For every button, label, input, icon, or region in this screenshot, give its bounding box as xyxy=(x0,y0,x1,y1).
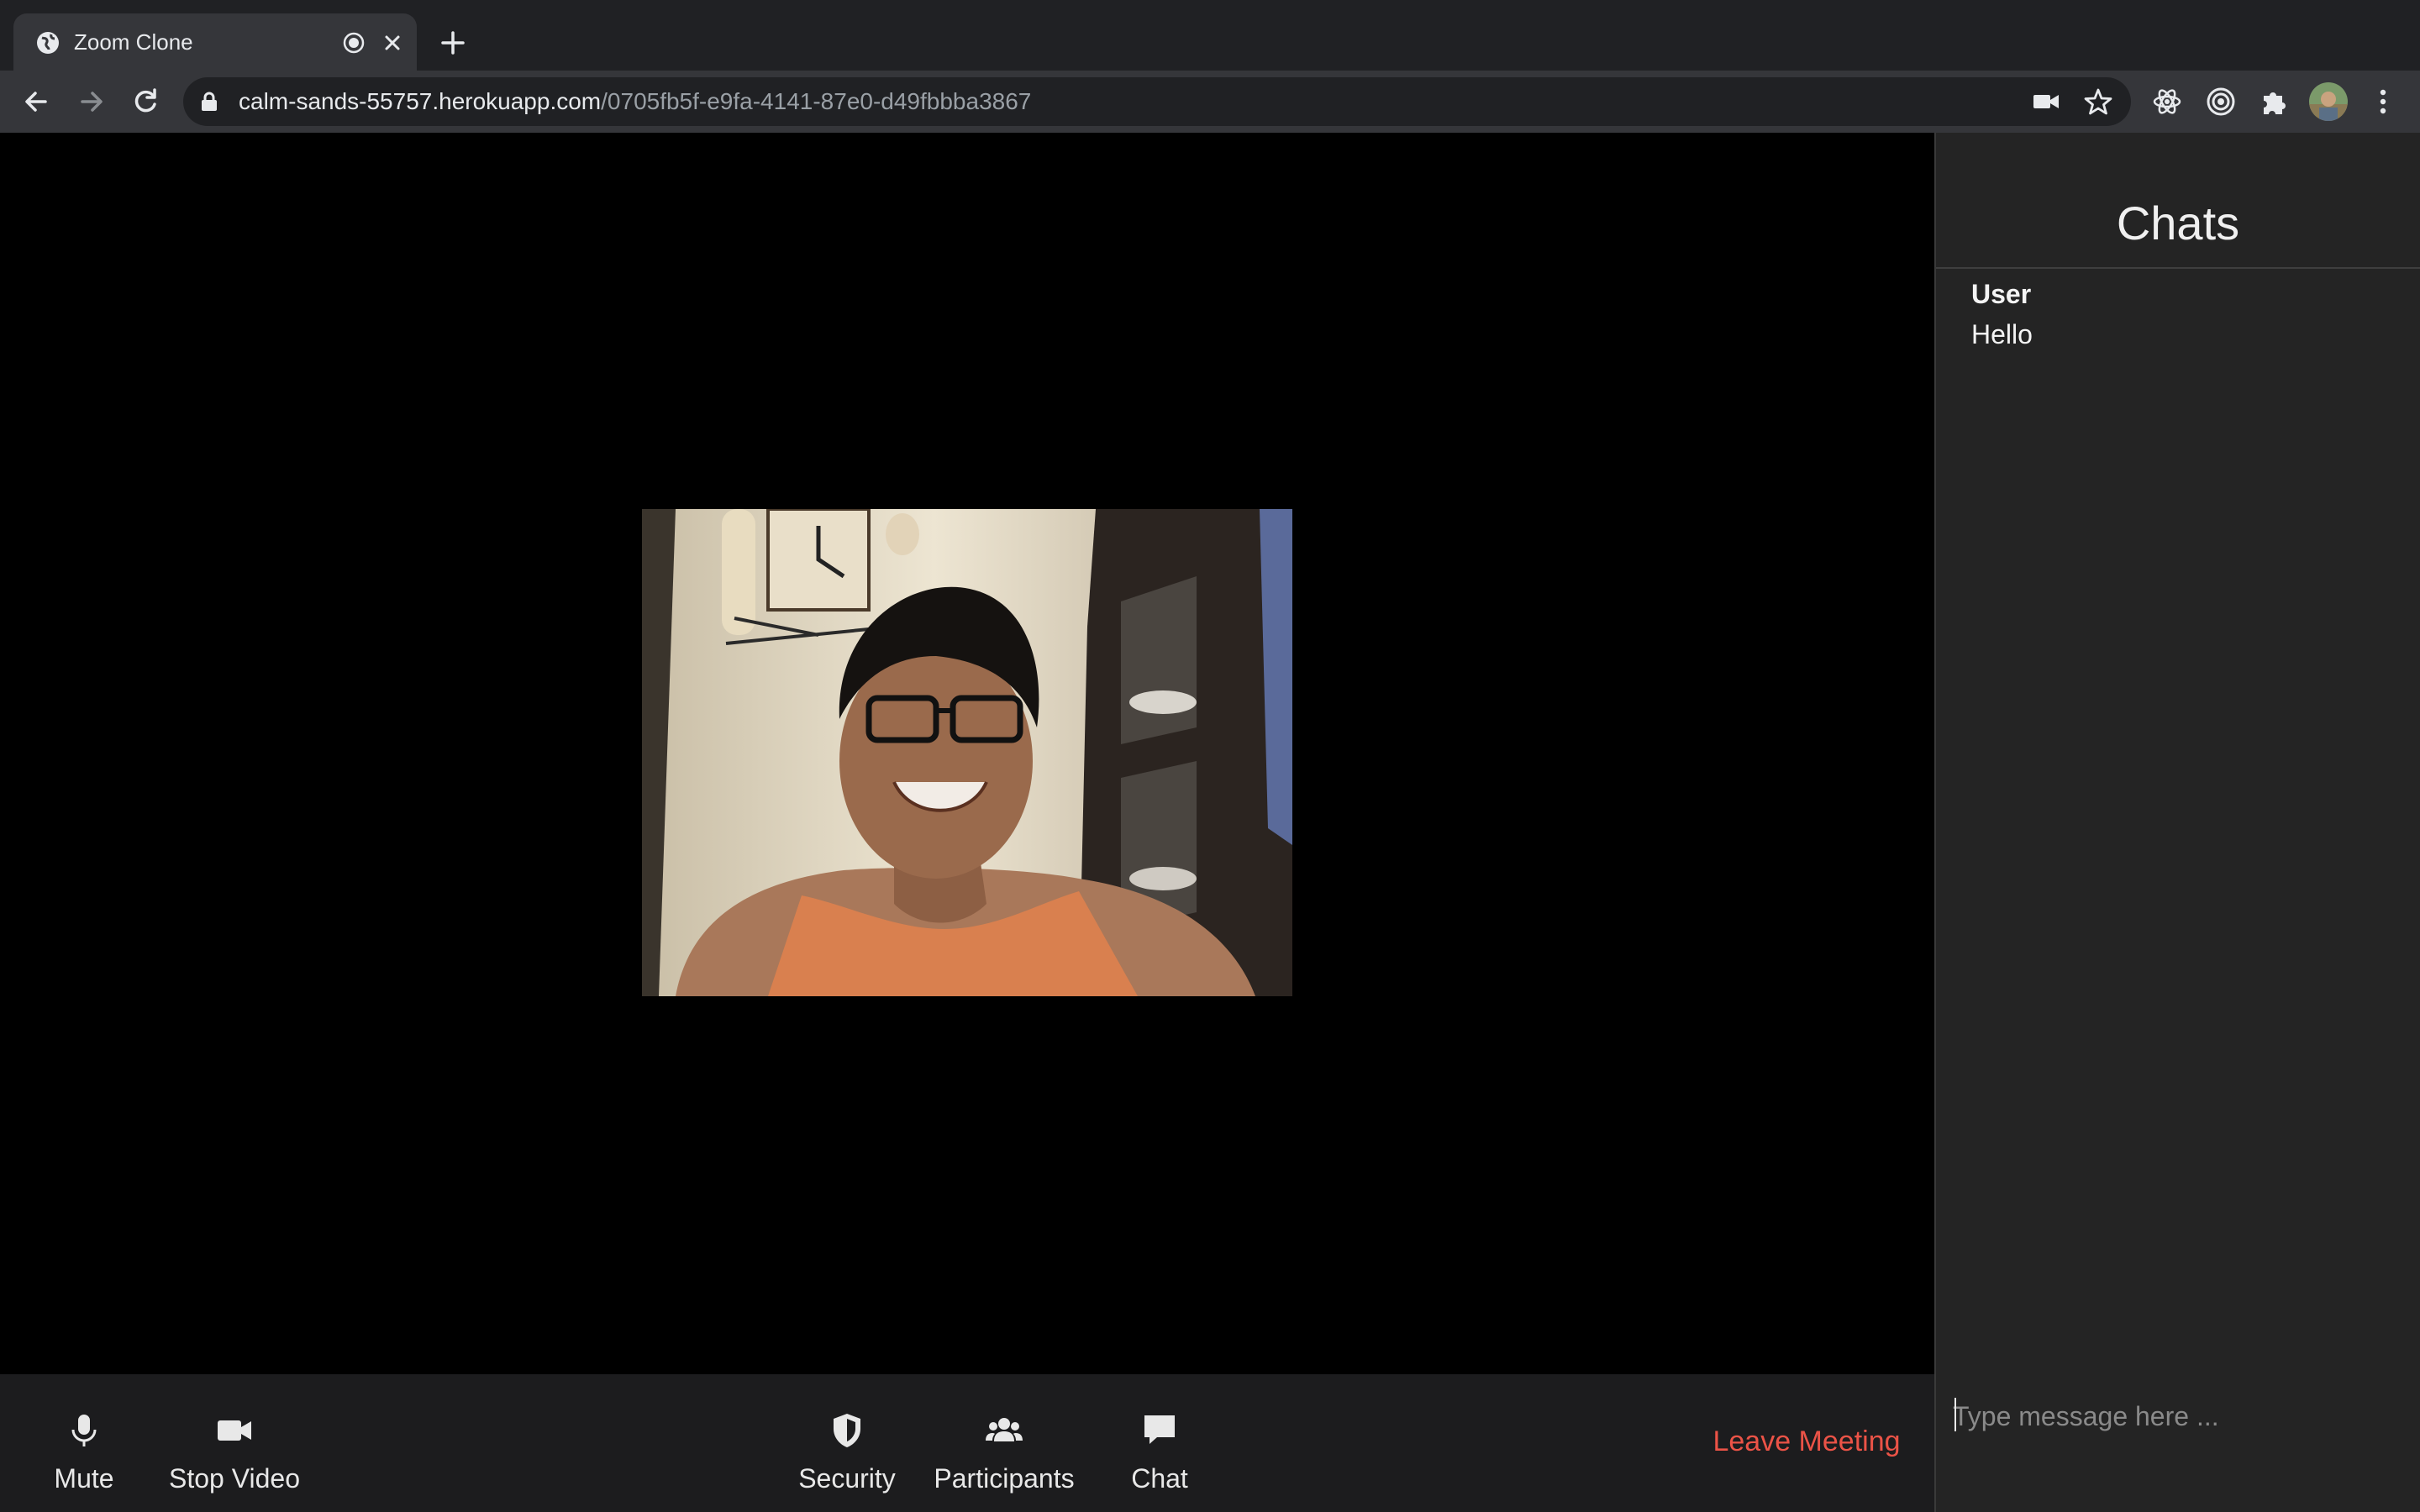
chat-message-input[interactable] xyxy=(1953,1383,2407,1450)
text-cursor xyxy=(1954,1398,1956,1431)
url-host: calm-sands-55757.herokuapp.com xyxy=(239,88,602,114)
meeting-page: Mute Stop Video Security Participants Ch… xyxy=(0,133,2420,1512)
leave-meeting-button[interactable]: Leave Meeting xyxy=(1697,1408,1916,1475)
chat-message-text: Hello xyxy=(1971,319,2033,349)
chat-header: Chats xyxy=(1936,133,2420,269)
reload-icon[interactable] xyxy=(129,86,161,118)
new-tab-icon[interactable] xyxy=(439,29,467,57)
close-tab-icon[interactable] xyxy=(381,32,403,54)
microphone-icon xyxy=(71,1415,97,1446)
lock-icon xyxy=(202,92,217,111)
browser-tab[interactable]: Zoom Clone xyxy=(13,13,417,71)
participant-video xyxy=(642,509,1292,996)
security-button[interactable]: Security xyxy=(788,1374,906,1512)
meeting-main: Mute Stop Video Security Participants Ch… xyxy=(0,133,1934,1512)
users-icon xyxy=(986,1418,1023,1441)
chat-panel: Chats User Hello xyxy=(1934,133,2420,1512)
forward-arrow-icon[interactable] xyxy=(76,86,108,118)
address-bar[interactable]: calm-sands-55757.herokuapp.com/0705fb5f-… xyxy=(183,77,2131,126)
back-arrow-icon[interactable] xyxy=(20,86,52,118)
extensions-puzzle-icon[interactable] xyxy=(2259,86,2291,118)
video-grid xyxy=(0,133,1934,1374)
video-camera-icon xyxy=(218,1420,251,1441)
stop-video-label: Stop Video xyxy=(169,1463,300,1494)
stop-video-button[interactable]: Stop Video xyxy=(156,1374,313,1512)
chat-message-sender: User xyxy=(1971,279,2032,309)
bookmark-star-icon[interactable] xyxy=(2084,87,2112,116)
browser-tab-strip: Zoom Clone xyxy=(0,0,2420,71)
chat-title: Chats xyxy=(2116,197,2240,249)
participants-button[interactable]: Participants xyxy=(928,1374,1081,1512)
recording-indicator-icon xyxy=(343,32,365,54)
globe-icon xyxy=(37,32,59,54)
url-path: /0705fb5f-e9fa-4141-87e0-d49fbbba3867 xyxy=(601,88,1032,114)
chat-button[interactable]: Chat xyxy=(1109,1374,1210,1512)
participants-label: Participants xyxy=(934,1463,1075,1494)
camera-in-use-icon[interactable] xyxy=(2032,91,2060,113)
chat-bubble-icon xyxy=(1144,1415,1175,1444)
shield-icon xyxy=(834,1414,860,1447)
mute-label: Mute xyxy=(54,1463,114,1494)
chat-message: User Hello xyxy=(1971,274,2033,354)
meeting-controls-bar: Mute Stop Video Security Participants Ch… xyxy=(0,1374,1934,1512)
profile-avatar[interactable] xyxy=(2309,82,2348,121)
mute-button[interactable]: Mute xyxy=(34,1374,134,1512)
browser-menu-icon[interactable] xyxy=(2373,86,2393,118)
security-label: Security xyxy=(798,1463,896,1494)
chat-label: Chat xyxy=(1131,1463,1188,1494)
url-text: calm-sands-55757.herokuapp.com/0705fb5f-… xyxy=(239,88,1031,115)
tab-title: Zoom Clone xyxy=(74,29,193,55)
react-devtools-extension-icon[interactable] xyxy=(2151,86,2183,118)
browser-toolbar: calm-sands-55757.herokuapp.com/0705fb5f-… xyxy=(0,71,2420,133)
target-extension-icon[interactable] xyxy=(2205,86,2237,118)
